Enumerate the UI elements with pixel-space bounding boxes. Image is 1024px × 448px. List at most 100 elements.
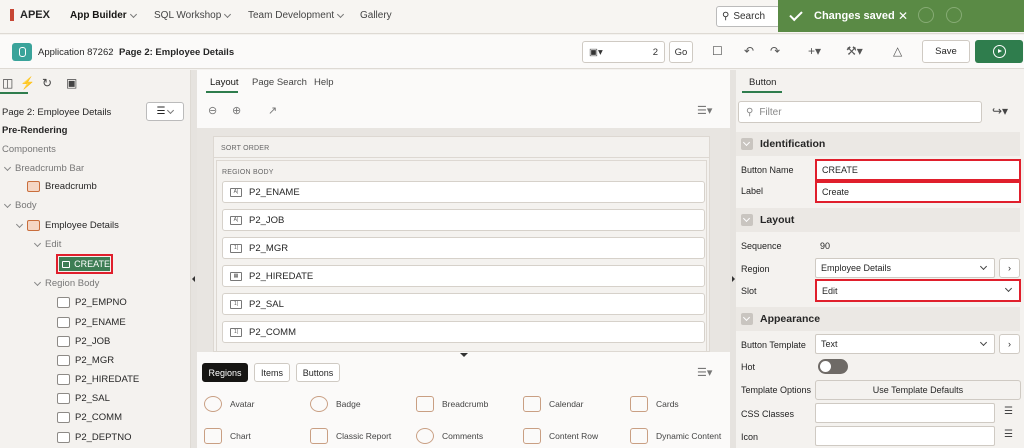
nav-tab-app-builder[interactable]: App Builder	[70, 10, 137, 21]
list-picker-icon[interactable]: ☰	[1004, 406, 1013, 417]
layout-item[interactable]: 1| P2_MGR	[222, 237, 705, 259]
gallery-item-avatar[interactable]: Avatar	[204, 396, 254, 412]
tree-page-title[interactable]: Page 2: Employee Details	[2, 107, 111, 118]
tree-item[interactable]: P2_DEPTNO	[57, 432, 132, 443]
collapse-left-icon[interactable]	[192, 276, 195, 282]
dynamic-actions-tab-icon[interactable]: ⚡	[20, 76, 35, 90]
undo-icon[interactable]: ↶	[744, 44, 754, 58]
save-button[interactable]: Save	[922, 40, 970, 63]
utilities-wrench-icon[interactable]: ⚒▾	[846, 44, 863, 58]
prop-sequence-input[interactable]: 90	[815, 236, 1021, 256]
gallery-menu-icon[interactable]: ☰▾	[697, 366, 712, 379]
gallery-item-dynamic-content[interactable]: Dynamic Content	[630, 428, 721, 444]
tree-item[interactable]: P2_COMM	[57, 412, 122, 423]
tree-item[interactable]: P2_JOB	[57, 336, 110, 347]
prop-slot-select[interactable]: Edit	[815, 279, 1021, 302]
tree-item[interactable]: P2_ENAME	[57, 317, 126, 328]
close-icon[interactable]: ✕	[898, 9, 908, 23]
prop-hot-toggle[interactable]	[818, 359, 848, 374]
go-button[interactable]: Go	[669, 41, 693, 63]
prop-icon-input[interactable]	[815, 426, 995, 446]
shared-components-icon[interactable]: △	[893, 44, 902, 58]
gallery-item-badge[interactable]: Badge	[310, 396, 361, 412]
gallery-item-content-row[interactable]: Content Row	[523, 428, 598, 444]
use-template-defaults-button[interactable]: Use Template Defaults	[815, 380, 1021, 400]
run-page-button[interactable]	[975, 40, 1023, 63]
property-editor-tab-button[interactable]: Button	[749, 77, 776, 88]
gallery-item-cards[interactable]: Cards	[630, 396, 679, 412]
prop-button-template-select[interactable]: Text	[815, 334, 995, 354]
nav-tab-team-development[interactable]: Team Development	[248, 10, 345, 21]
gallery-tab-buttons[interactable]: Buttons	[296, 363, 340, 382]
tab-page-search[interactable]: Page Search	[252, 77, 307, 88]
prop-label-input[interactable]: Create	[815, 181, 1021, 203]
tree-label: Breadcrumb	[45, 181, 97, 192]
layout-item[interactable]: ▦ P2_HIREDATE	[222, 265, 705, 287]
page-selector[interactable]: ▣▾ 2	[582, 41, 665, 63]
tree-region-body[interactable]: Region Body	[33, 278, 99, 289]
prop-label-label: Label	[741, 186, 764, 196]
tree-button-create-selected[interactable]: CREATE	[56, 254, 113, 274]
tree-slot-edit[interactable]: Edit	[33, 239, 61, 250]
gallery-item-calendar[interactable]: Calendar	[523, 396, 584, 412]
gallery-tab-regions[interactable]: Regions	[202, 363, 248, 382]
tree-breadcrumb-bar[interactable]: Breadcrumb Bar	[3, 163, 84, 174]
zoom-out-icon[interactable]: ⊖	[208, 104, 217, 117]
nav-tab-label: App Builder	[70, 10, 127, 21]
layout-item[interactable]: A| P2_JOB	[222, 209, 705, 231]
redo-icon[interactable]: ↷	[770, 44, 780, 58]
nav-tab-gallery[interactable]: Gallery	[360, 10, 392, 21]
rendering-tab-icon[interactable]: ◫	[2, 76, 13, 90]
shared-components-tab-icon[interactable]: ▣	[66, 76, 77, 90]
gallery-item-comments[interactable]: Comments	[416, 428, 483, 444]
gallery-tab-items[interactable]: Items	[254, 363, 290, 382]
global-search-input[interactable]: ⚲ Search	[716, 6, 780, 27]
text-field-icon: A|	[230, 187, 242, 197]
go-to-region-button[interactable]: ›	[999, 258, 1020, 278]
group-appearance[interactable]: Appearance	[736, 307, 1020, 331]
tree-label: Employee Details	[45, 220, 119, 231]
collapse-right-icon[interactable]	[732, 276, 735, 282]
prop-button-name-input[interactable]: CREATE	[815, 159, 1021, 181]
apex-logo[interactable]: APEX	[10, 9, 50, 21]
page-number-input[interactable]: 2	[653, 47, 658, 58]
expand-chevron-icon	[33, 278, 42, 286]
go-to-group-icon[interactable]: ↪▾	[992, 104, 1008, 118]
list-picker-icon[interactable]: ☰	[1004, 429, 1013, 440]
processing-tab-icon[interactable]: ↻	[42, 76, 52, 90]
prop-css-classes-input[interactable]	[815, 403, 995, 423]
layout-item-label: P2_JOB	[249, 214, 285, 226]
tab-layout[interactable]: Layout	[210, 77, 239, 88]
lock-icon[interactable]: ☐	[712, 44, 723, 58]
layout-item[interactable]: 1| P2_SAL	[222, 293, 705, 315]
prop-region-select[interactable]: Employee Details	[815, 258, 995, 278]
gallery-item-breadcrumb[interactable]: Breadcrumb	[416, 396, 488, 412]
tree-item[interactable]: P2_EMPNO	[57, 297, 127, 308]
tree-item[interactable]: P2_MGR	[57, 355, 114, 366]
tree-menu-button[interactable]: ☰	[146, 102, 184, 121]
property-filter-input[interactable]: ⚲ Filter	[738, 101, 982, 123]
tree-employee-details[interactable]: Employee Details	[15, 220, 119, 231]
tree-item[interactable]: P2_SAL	[57, 393, 110, 404]
breadcrumb-application[interactable]: Application 87262	[38, 47, 114, 58]
application-icon[interactable]	[12, 43, 32, 61]
tab-help[interactable]: Help	[314, 77, 334, 88]
tree-breadcrumb-region[interactable]: Breadcrumb	[27, 181, 97, 192]
group-identification[interactable]: Identification	[736, 132, 1020, 156]
gallery-item-classic-report[interactable]: Classic Report	[310, 428, 391, 444]
group-layout[interactable]: Layout	[736, 208, 1020, 232]
layout-item[interactable]: A| P2_ENAME	[222, 181, 705, 203]
tree-item[interactable]: P2_HIREDATE	[57, 374, 139, 385]
tree-body[interactable]: Body	[3, 200, 37, 211]
tree-button-create[interactable]: CREATE	[59, 257, 110, 271]
go-to-template-button[interactable]: ›	[999, 334, 1020, 354]
layout-item[interactable]: 1| P2_COMM	[222, 321, 705, 343]
tree-pre-rendering[interactable]: Pre-Rendering	[2, 125, 67, 136]
nav-tab-sql-workshop[interactable]: SQL Workshop	[154, 10, 232, 21]
layout-menu-icon[interactable]: ☰▾	[697, 104, 712, 117]
zoom-in-icon[interactable]: ⊕	[232, 104, 241, 117]
create-menu-icon[interactable]: +▾	[808, 44, 821, 58]
expand-icon[interactable]: ↗	[268, 104, 277, 117]
gallery-item-chart[interactable]: Chart	[204, 428, 251, 444]
gallery-resize-handle-icon[interactable]	[460, 353, 468, 357]
